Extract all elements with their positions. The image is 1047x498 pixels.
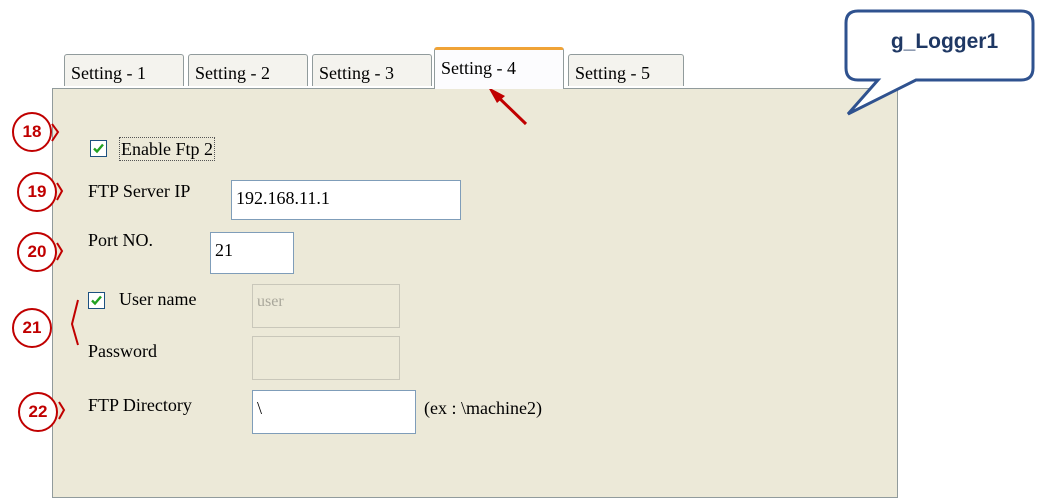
speech-callout <box>844 9 1035 116</box>
callout-text: g_Logger1 <box>890 30 999 53</box>
connector-22 <box>58 401 66 420</box>
connector-19 <box>56 182 64 201</box>
connector-20 <box>56 242 64 261</box>
connector-18 <box>51 123 60 142</box>
connector-21 <box>70 299 79 346</box>
tab-setting-4[interactable]: Setting - 4 <box>434 47 564 89</box>
